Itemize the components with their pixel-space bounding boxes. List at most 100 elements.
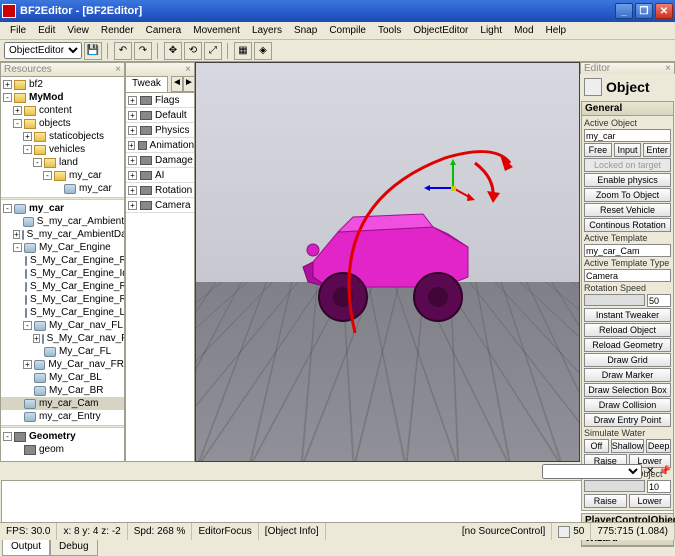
tree-item[interactable]: +S_my_car_AmbientDamaged — [1, 228, 124, 241]
menu-edit[interactable]: Edit — [32, 23, 61, 38]
tree-item[interactable]: +bf2 — [1, 78, 124, 91]
tree-item[interactable]: my_car_Entry — [1, 410, 124, 423]
menu-mod[interactable]: Mod — [508, 23, 539, 38]
draw-grid-button[interactable]: Draw Grid — [584, 353, 671, 367]
tree-item[interactable]: +My_Car_nav_FR — [1, 358, 124, 371]
menu-light[interactable]: Light — [474, 23, 508, 38]
raise-lower-value[interactable] — [647, 480, 671, 493]
water-deep-button[interactable]: Deep — [646, 439, 671, 453]
toolbar-redo-icon[interactable]: ↷ — [134, 42, 152, 60]
tree-toggle-icon[interactable]: + — [13, 230, 20, 239]
menu-render[interactable]: Render — [95, 23, 140, 38]
toolbar-save-icon[interactable]: 💾 — [84, 42, 102, 60]
expand-icon[interactable]: + — [128, 186, 137, 195]
tweak-item[interactable]: +Rotation — [126, 183, 194, 198]
tree-toggle-icon[interactable]: - — [3, 432, 12, 441]
toolbar-scale-icon[interactable]: ⤢ — [204, 42, 222, 60]
minimize-button[interactable]: _ — [615, 3, 633, 19]
tab-debug[interactable]: Debug — [50, 540, 97, 556]
tree-toggle-icon[interactable]: + — [23, 132, 32, 141]
editor-close-icon[interactable]: × — [665, 63, 671, 74]
tweak-item[interactable]: +Default — [126, 108, 194, 123]
tree-toggle-icon[interactable]: - — [3, 93, 12, 102]
bottom-select[interactable] — [542, 464, 642, 479]
tree-item[interactable]: my_car — [1, 182, 124, 195]
tree-item[interactable]: +staticobjects — [1, 130, 124, 143]
toolbar-move-icon[interactable]: ✥ — [164, 42, 182, 60]
mode-select[interactable]: ObjectEditor — [4, 42, 82, 59]
enable-physics-button[interactable]: Enable physics — [584, 173, 671, 187]
tweak-item[interactable]: +Flags — [126, 93, 194, 108]
resources-close-icon[interactable]: × — [115, 64, 121, 75]
tweak-item[interactable]: +AI — [126, 168, 194, 183]
tweak-item[interactable]: +Physics — [126, 123, 194, 138]
toolbar-grid-icon[interactable]: ▦ — [234, 42, 252, 60]
menu-file[interactable]: File — [4, 23, 32, 38]
reload-geometry-button[interactable]: Reload Geometry — [584, 338, 671, 352]
menu-objecteditor[interactable]: ObjectEditor — [407, 23, 474, 38]
general-header[interactable]: General — [582, 102, 673, 116]
tweak-close-icon[interactable]: × — [185, 64, 191, 75]
menu-view[interactable]: View — [61, 23, 95, 38]
tree-item[interactable]: S_my_car_Ambient — [1, 215, 124, 228]
reload-object-button[interactable]: Reload Object — [584, 323, 671, 337]
viewport-3d[interactable] — [195, 62, 580, 462]
menu-compile[interactable]: Compile — [323, 23, 372, 38]
tree-item[interactable]: -my_car — [1, 169, 124, 182]
expand-icon[interactable]: + — [128, 171, 137, 180]
tree-item[interactable]: geom — [1, 443, 124, 456]
bottom-pin-icon[interactable]: 📌 — [659, 466, 671, 477]
draw-collision-button[interactable]: Draw Collision Center — [584, 398, 671, 412]
expand-icon[interactable]: + — [128, 96, 137, 105]
tree-toggle-icon[interactable]: - — [43, 171, 52, 180]
expand-icon[interactable]: + — [128, 111, 137, 120]
object-raise-button[interactable]: Raise — [584, 494, 627, 508]
tree-toggle-icon[interactable]: - — [33, 158, 42, 167]
tree-toggle-icon[interactable]: - — [13, 119, 22, 128]
rotation-speed-slider[interactable] — [584, 294, 645, 306]
tree-item[interactable]: S_My_Car_Engine_Idle — [1, 267, 124, 280]
tweak-item[interactable]: +Camera — [126, 198, 194, 213]
water-shallow-button[interactable]: Shallow — [611, 439, 645, 453]
menu-camera[interactable]: Camera — [140, 23, 188, 38]
draw-entry-button[interactable]: Draw Entry Point — [584, 413, 671, 427]
maximize-button[interactable]: ❐ — [635, 3, 653, 19]
tab-output[interactable]: Output — [2, 540, 50, 556]
reset-vehicle-button[interactable]: Reset Vehicle Position — [584, 203, 671, 217]
toolbar-undo-icon[interactable]: ↶ — [114, 42, 132, 60]
raise-lower-slider[interactable] — [584, 480, 645, 492]
tree-item[interactable]: -my_car — [1, 202, 124, 215]
water-off-button[interactable]: Off — [584, 439, 609, 453]
bottom-delete-icon[interactable]: ✕ — [646, 466, 654, 477]
expand-icon[interactable]: + — [128, 201, 137, 210]
tree-toggle-icon[interactable]: - — [3, 204, 12, 213]
tree-item[interactable]: -My_Car_Engine — [1, 241, 124, 254]
tree-toggle-icon[interactable]: - — [23, 145, 32, 154]
tree-item[interactable]: -land — [1, 156, 124, 169]
tree-item[interactable]: S_My_Car_Engine_RotationRpm — [1, 254, 124, 267]
toolbar-rotate-icon[interactable]: ⟲ — [184, 42, 202, 60]
continuous-rotation-button[interactable]: Continous Rotation — [584, 218, 671, 232]
close-button[interactable]: ✕ — [655, 3, 673, 19]
transform-gizmo[interactable] — [433, 163, 483, 216]
tree-item[interactable]: -vehicles — [1, 143, 124, 156]
enter-button[interactable]: Enter — [643, 143, 671, 157]
menu-tools[interactable]: Tools — [372, 23, 407, 38]
tree-item[interactable]: -MyMod — [1, 91, 124, 104]
tab-tweak[interactable]: Tweak — [125, 76, 168, 92]
input-button[interactable]: Input — [614, 143, 642, 157]
tree-item[interactable]: S_My_Car_Engine_Rpm2 — [1, 293, 124, 306]
tree-item[interactable]: +content — [1, 104, 124, 117]
tree-item[interactable]: S_My_Car_Engine_Rpm1 — [1, 280, 124, 293]
menu-layers[interactable]: Layers — [246, 23, 288, 38]
tree-item[interactable]: my_car_Cam — [1, 397, 124, 410]
active-template-field[interactable] — [584, 244, 671, 257]
active-template-type-field[interactable] — [584, 269, 671, 282]
zoom-to-object-button[interactable]: Zoom To Object — [584, 188, 671, 202]
object-lower-button[interactable]: Lower — [629, 494, 672, 508]
tree-item[interactable]: My_Car_BL — [1, 371, 124, 384]
tree-item[interactable]: +S_My_Car_nav_FL_RotationR... — [1, 332, 124, 345]
tweak-item[interactable]: +Damage — [126, 153, 194, 168]
menu-snap[interactable]: Snap — [288, 23, 323, 38]
tree-item[interactable]: My_Car_FL — [1, 345, 124, 358]
